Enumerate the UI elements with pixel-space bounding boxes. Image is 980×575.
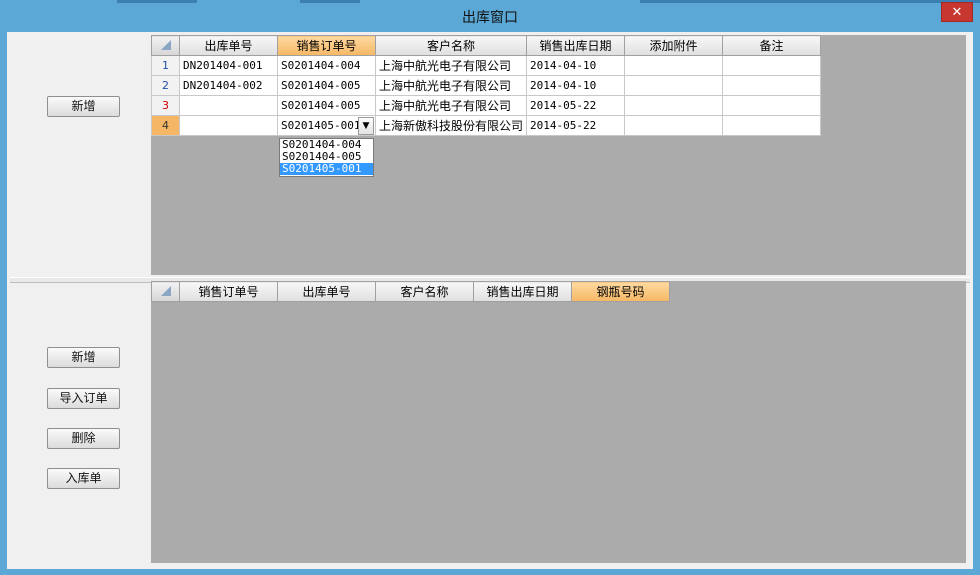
col-header-note[interactable]: 备注 (722, 35, 822, 56)
top-add-button[interactable]: 新增 (47, 96, 120, 117)
col-header-attachment[interactable]: 添加附件 (624, 35, 724, 56)
row-number[interactable]: 1 (151, 55, 180, 76)
title-bar: 出库窗口 ✕ (0, 0, 980, 32)
cell-order-no[interactable]: S0201404-005 (277, 75, 376, 96)
bottom-add-button[interactable]: 新增 (47, 347, 120, 368)
close-icon: ✕ (951, 5, 963, 20)
cell-attachment[interactable] (624, 55, 724, 76)
cell-customer[interactable]: 上海中航光电子有限公司 (374, 55, 528, 76)
chevron-down-icon[interactable]: ▼ (358, 116, 374, 135)
cylinder-table: 销售订单号 出库单号 客户名称 销售出库日期 钢瓶号码 (151, 281, 670, 302)
cell-attachment[interactable] (624, 75, 724, 96)
table-row[interactable]: 2 DN201404-002 S0201404-005 上海中航光电子有限公司 … (151, 75, 822, 96)
cylinder-header-row: 销售订单号 出库单号 客户名称 销售出库日期 钢瓶号码 (151, 281, 670, 302)
cell-date[interactable]: 2014-05-22 (526, 115, 626, 136)
select-all-icon (160, 39, 171, 50)
taskbar-strip (0, 0, 980, 3)
cell-customer[interactable]: 上海新傲科技股份有限公司 (374, 115, 528, 136)
cell-order-no[interactable]: S0201404-004 (277, 55, 376, 76)
close-button[interactable]: ✕ (941, 2, 973, 22)
col-header-customer[interactable]: 客户名称 (374, 35, 528, 56)
grid-corner[interactable] (151, 35, 180, 56)
outbound-grid[interactable]: 出库单号 销售订单号 客户名称 销售出库日期 添加附件 备注 1 DN20140… (151, 35, 966, 275)
col-header-out-no[interactable]: 出库单号 (179, 35, 278, 56)
cell-customer[interactable]: 上海中航光电子有限公司 (374, 75, 528, 96)
window-client-area: 新增 出库单号 销售订单号 客户名称 销售出库日期 添加附件 备注 1 DN20… (7, 32, 973, 569)
combo-value: S0201405-001 (281, 118, 361, 132)
table-row[interactable]: 3 S0201404-005 上海中航光电子有限公司 2014-05-22 (151, 95, 822, 116)
col-header-order-no[interactable]: 销售订单号 (179, 281, 278, 302)
table-row[interactable]: 4 S0201405-001 ▼ 上海新傲科技股份有限公司 2014-05-22 (151, 115, 822, 136)
cell-order-no-combo[interactable]: S0201405-001 ▼ (277, 115, 376, 136)
cell-out-no[interactable]: DN201404-001 (179, 55, 278, 76)
col-header-order-no[interactable]: 销售订单号 (277, 35, 376, 56)
cell-date[interactable]: 2014-05-22 (526, 95, 626, 116)
col-header-date[interactable]: 销售出库日期 (526, 35, 626, 56)
cell-date[interactable]: 2014-04-10 (526, 55, 626, 76)
select-all-icon (160, 285, 171, 296)
cell-note[interactable] (722, 75, 822, 96)
order-no-combobox[interactable]: S0201405-001 ▼ (281, 116, 374, 135)
cell-attachment[interactable] (624, 95, 724, 116)
col-header-cylinder-no[interactable]: 钢瓶号码 (571, 281, 670, 302)
outbound-table: 出库单号 销售订单号 客户名称 销售出库日期 添加附件 备注 1 DN20140… (151, 35, 822, 136)
window-title: 出库窗口 (462, 10, 518, 26)
col-header-customer[interactable]: 客户名称 (375, 281, 474, 302)
dropdown-option-selected[interactable]: S0201405-001 (280, 163, 373, 175)
outbound-header-row: 出库单号 销售订单号 客户名称 销售出库日期 添加附件 备注 (151, 35, 822, 56)
col-header-date[interactable]: 销售出库日期 (473, 281, 572, 302)
delete-button[interactable]: 删除 (47, 428, 120, 449)
cell-out-no[interactable] (179, 95, 278, 116)
cell-out-no[interactable]: DN201404-002 (179, 75, 278, 96)
cell-attachment[interactable] (624, 115, 724, 136)
cylinder-grid[interactable]: 销售订单号 出库单号 客户名称 销售出库日期 钢瓶号码 (151, 281, 966, 563)
import-order-button[interactable]: 导入订单 (47, 388, 120, 409)
grid-corner[interactable] (151, 281, 180, 302)
cell-order-no[interactable]: S0201404-005 (277, 95, 376, 116)
table-row[interactable]: 1 DN201404-001 S0201404-004 上海中航光电子有限公司 … (151, 55, 822, 76)
row-number[interactable]: 2 (151, 75, 180, 96)
order-no-dropdown-list[interactable]: S0201404-004 S0201404-005 S0201405-001 (279, 138, 374, 177)
stock-in-button[interactable]: 入库单 (47, 468, 120, 489)
cell-customer[interactable]: 上海中航光电子有限公司 (374, 95, 528, 116)
cell-date[interactable]: 2014-04-10 (526, 75, 626, 96)
row-number[interactable]: 4 (151, 115, 180, 136)
top-left-panel (10, 35, 151, 277)
row-number[interactable]: 3 (151, 95, 180, 116)
cell-out-no[interactable] (179, 115, 278, 136)
cell-note[interactable] (722, 95, 822, 116)
cell-note[interactable] (722, 55, 822, 76)
cell-note[interactable] (722, 115, 822, 136)
col-header-out-no[interactable]: 出库单号 (277, 281, 376, 302)
